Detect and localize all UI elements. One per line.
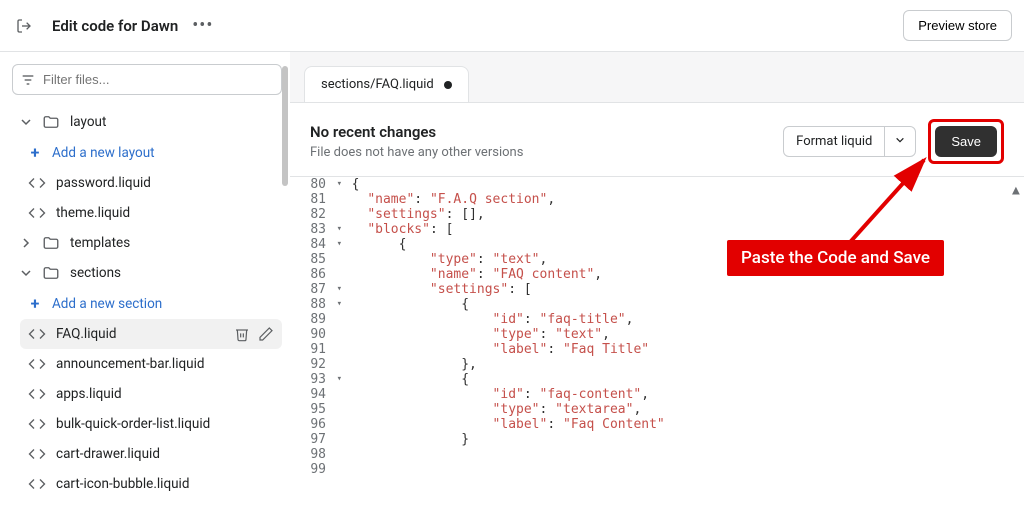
scroll-up-icon[interactable]: ▲ <box>1012 183 1022 193</box>
folder-layout[interactable]: layout <box>12 107 282 137</box>
file-apps[interactable]: apps.liquid <box>20 379 282 409</box>
sidebar-scrollbar[interactable] <box>282 66 288 186</box>
folder-templates[interactable]: templates <box>12 228 282 258</box>
more-icon[interactable]: ••• <box>192 15 213 36</box>
file-bulk[interactable]: bulk-quick-order-list.liquid <box>20 409 282 439</box>
code-line[interactable]: 98 <box>290 447 1024 462</box>
file-cart-icon[interactable]: cart-icon-bubble.liquid <box>20 469 282 499</box>
code-line[interactable]: 83▾ "blocks": [ <box>290 222 1024 237</box>
file-theme[interactable]: theme.liquid <box>20 198 282 228</box>
plus-icon: + <box>28 143 42 162</box>
file-tab[interactable]: sections/FAQ.liquid <box>304 66 469 102</box>
file-faq[interactable]: FAQ.liquid <box>20 319 282 349</box>
file-announcement[interactable]: announcement-bar.liquid <box>20 349 282 379</box>
folder-label: templates <box>70 235 130 251</box>
changes-subtitle: File does not have any other versions <box>310 145 523 160</box>
chevron-down-icon <box>20 116 32 128</box>
code-file-icon <box>28 325 46 343</box>
code-line[interactable]: 87▾ "settings": [ <box>290 282 1024 297</box>
code-editor[interactable]: ▲ 80▾ {81 "name": "F.A.Q section",82 "se… <box>290 177 1024 514</box>
instruction-callout: Paste the Code and Save <box>727 240 944 276</box>
code-line[interactable]: 92 }, <box>290 357 1024 372</box>
code-line[interactable]: 80▾ { <box>290 177 1024 192</box>
folder-sections[interactable]: sections <box>12 258 282 288</box>
chevron-right-icon <box>20 237 32 249</box>
changes-title: No recent changes <box>310 123 523 141</box>
code-line[interactable]: 94 "id": "faq-content", <box>290 387 1024 402</box>
add-section-link[interactable]: + Add a new section <box>20 288 282 319</box>
save-button[interactable]: Save <box>935 126 997 157</box>
folder-icon <box>42 113 60 131</box>
folder-label: layout <box>70 114 106 130</box>
folder-icon <box>42 234 60 252</box>
unsaved-dot-icon <box>444 81 452 89</box>
page-title: Edit code for Dawn <box>52 17 178 35</box>
preview-store-button[interactable]: Preview store <box>903 10 1012 41</box>
editor-pane: sections/FAQ.liquid No recent changes Fi… <box>290 52 1024 514</box>
code-line[interactable]: 81 "name": "F.A.Q section", <box>290 192 1024 207</box>
code-file-icon <box>28 475 46 493</box>
filter-icon <box>20 72 36 88</box>
add-layout-link[interactable]: + Add a new layout <box>20 137 282 168</box>
code-file-icon <box>28 445 46 463</box>
top-bar: Edit code for Dawn ••• Preview store <box>0 0 1024 52</box>
filter-files-input[interactable] <box>12 64 282 95</box>
code-line[interactable]: 95 "type": "textarea", <box>290 402 1024 417</box>
format-liquid-button[interactable]: Format liquid <box>783 126 916 157</box>
plus-icon: + <box>28 294 42 313</box>
file-password[interactable]: password.liquid <box>20 168 282 198</box>
folder-label: sections <box>70 265 121 281</box>
save-highlight: Save <box>928 119 1004 164</box>
code-file-icon <box>28 174 46 192</box>
chevron-down-icon <box>20 267 32 279</box>
code-line[interactable]: 96 "label": "Faq Content" <box>290 417 1024 432</box>
code-line[interactable]: 97 } <box>290 432 1024 447</box>
code-file-icon <box>28 415 46 433</box>
file-cart-drawer[interactable]: cart-drawer.liquid <box>20 439 282 469</box>
pencil-icon[interactable] <box>258 326 274 342</box>
folder-icon <box>42 264 60 282</box>
code-line[interactable]: 82 "settings": [], <box>290 207 1024 222</box>
exit-icon[interactable] <box>14 16 34 36</box>
code-line[interactable]: 99 <box>290 462 1024 477</box>
code-line[interactable]: 93▾ { <box>290 372 1024 387</box>
code-line[interactable]: 88▾ { <box>290 297 1024 312</box>
code-line[interactable]: 90 "type": "text", <box>290 327 1024 342</box>
code-line[interactable]: 89 "id": "faq-title", <box>290 312 1024 327</box>
code-file-icon <box>28 355 46 373</box>
chevron-down-icon[interactable] <box>884 127 915 156</box>
file-sidebar: layout + Add a new layout password.liqui… <box>0 52 290 514</box>
trash-icon[interactable] <box>234 326 250 342</box>
code-file-icon <box>28 385 46 403</box>
code-line[interactable]: 91 "label": "Faq Title" <box>290 342 1024 357</box>
code-file-icon <box>28 204 46 222</box>
